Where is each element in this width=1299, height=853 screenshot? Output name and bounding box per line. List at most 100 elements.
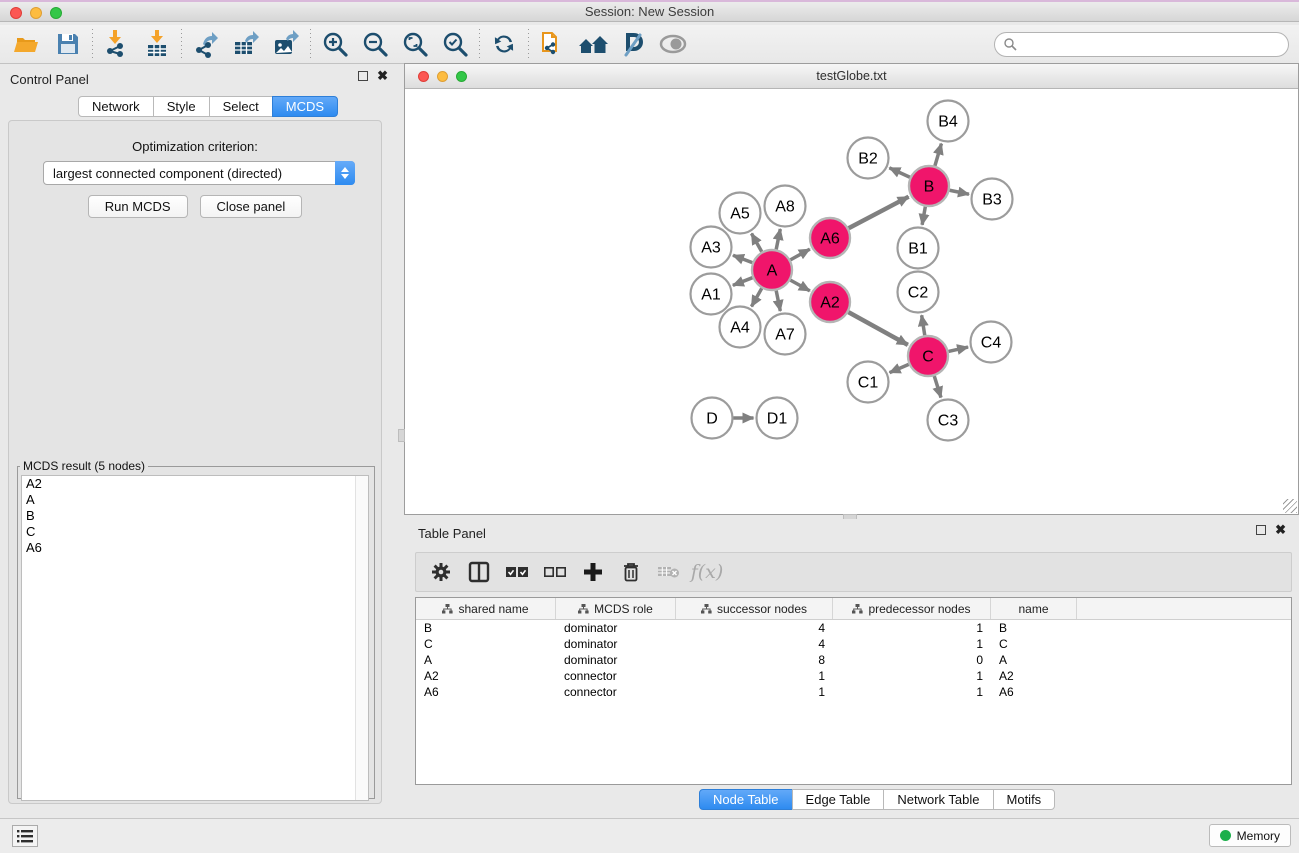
edge-A-A1[interactable] <box>733 278 753 286</box>
close-panel-icon[interactable]: ✖ <box>377 71 388 81</box>
hide-panel-icon[interactable] <box>613 28 653 60</box>
save-session-icon[interactable] <box>48 28 88 60</box>
list-item[interactable]: A <box>22 492 368 508</box>
tab-motifs[interactable]: Motifs <box>993 789 1056 810</box>
edge-B-B2[interactable] <box>889 168 910 177</box>
node-A3[interactable]: A3 <box>691 227 732 268</box>
memory-button[interactable]: Memory <box>1209 824 1291 847</box>
node-C[interactable]: C <box>908 336 948 376</box>
node-B4[interactable]: B4 <box>928 101 969 142</box>
network-window-titlebar[interactable]: testGlobe.txt <box>405 64 1298 89</box>
tab-network[interactable]: Network <box>78 96 154 117</box>
edge-A6-B[interactable] <box>849 197 909 229</box>
export-network-icon[interactable] <box>186 28 226 60</box>
task-history-button[interactable] <box>12 825 38 847</box>
edge-A-A5[interactable] <box>752 233 762 251</box>
close-panel-button[interactable]: Close panel <box>200 195 303 218</box>
edge-A-A7[interactable] <box>776 291 780 311</box>
scrollbar[interactable] <box>355 476 368 800</box>
edge-A2-C[interactable] <box>848 312 907 345</box>
import-network-icon[interactable] <box>97 28 137 60</box>
resize-grip-icon[interactable] <box>1283 499 1297 513</box>
zoom-in-icon[interactable] <box>315 28 355 60</box>
run-mcds-button[interactable]: Run MCDS <box>88 195 188 218</box>
edge-A-A8[interactable] <box>776 229 780 249</box>
zoom-selected-icon[interactable] <box>435 28 475 60</box>
mcds-result-list[interactable]: A2 A B C A6 <box>21 475 369 801</box>
node-D[interactable]: D <box>692 398 733 439</box>
column-header-predecessor-nodes[interactable]: predecessor nodes <box>833 598 991 619</box>
close-panel-icon[interactable]: ✖ <box>1275 525 1286 535</box>
node-B2[interactable]: B2 <box>848 138 889 179</box>
tab-select[interactable]: Select <box>209 96 273 117</box>
import-table-icon[interactable] <box>137 28 177 60</box>
node-A6[interactable]: A6 <box>810 218 850 258</box>
node-A2[interactable]: A2 <box>810 282 850 322</box>
tab-mcds[interactable]: MCDS <box>272 96 338 117</box>
tab-edge-table[interactable]: Edge Table <box>792 789 885 810</box>
export-image-icon[interactable] <box>266 28 306 60</box>
tab-node-table[interactable]: Node Table <box>699 789 793 810</box>
node-C2[interactable]: C2 <box>898 272 939 313</box>
node-A[interactable]: A <box>752 250 792 290</box>
node-A5[interactable]: A5 <box>720 193 761 234</box>
edge-A-A6[interactable] <box>790 249 809 260</box>
node-A8[interactable]: A8 <box>765 186 806 227</box>
edge-A-A3[interactable] <box>733 255 752 262</box>
node-A4[interactable]: A4 <box>720 307 761 348</box>
edge-A-A2[interactable] <box>790 280 809 291</box>
clone-network-icon[interactable] <box>533 28 573 60</box>
node-C3[interactable]: C3 <box>928 400 969 441</box>
optimization-criterion-select[interactable]: largest connected component (directed) <box>43 161 355 185</box>
node-B3[interactable]: B3 <box>972 179 1013 220</box>
column-header-shared-name[interactable]: shared name <box>416 598 556 619</box>
delete-icon[interactable] <box>614 557 648 587</box>
add-column-icon[interactable] <box>576 557 610 587</box>
edge-A-A4[interactable] <box>752 288 762 306</box>
toolbar-search[interactable] <box>994 32 1289 57</box>
edge-B-B4[interactable] <box>935 144 942 166</box>
export-table-icon[interactable] <box>226 28 266 60</box>
table-row[interactable]: Cdominator41C <box>416 636 1291 652</box>
birdseye-icon[interactable] <box>653 28 693 60</box>
node-C4[interactable]: C4 <box>971 322 1012 363</box>
tab-style[interactable]: Style <box>153 96 210 117</box>
search-input[interactable] <box>1018 38 1288 52</box>
column-header-mcds-role[interactable]: MCDS role <box>556 598 676 619</box>
tab-network-table[interactable]: Network Table <box>883 789 993 810</box>
list-item[interactable]: A6 <box>22 540 368 556</box>
home-icon[interactable] <box>573 28 613 60</box>
zoom-fit-icon[interactable] <box>395 28 435 60</box>
columns-icon[interactable] <box>462 557 496 587</box>
node-A1[interactable]: A1 <box>691 274 732 315</box>
node-C1[interactable]: C1 <box>848 362 889 403</box>
table-row[interactable]: Bdominator41B <box>416 620 1291 636</box>
node-A7[interactable]: A7 <box>765 314 806 355</box>
column-header-name[interactable]: name <box>991 598 1077 619</box>
zoom-out-icon[interactable] <box>355 28 395 60</box>
refresh-icon[interactable] <box>484 28 524 60</box>
list-item[interactable]: B <box>22 508 368 524</box>
node-B1[interactable]: B1 <box>898 228 939 269</box>
edge-B-B3[interactable] <box>950 190 969 194</box>
edge-C-C2[interactable] <box>922 315 925 335</box>
table-row[interactable]: A6connector11A6 <box>416 684 1291 700</box>
edge-B-B1[interactable] <box>922 207 925 225</box>
network-canvas[interactable]: B4 B2 B B3 A5A8A6 A3 B1 A A1 C2 A2 A4A7 C4 C C1 C3 D D1 <box>406 90 1297 514</box>
function-builder-icon[interactable]: f(x) <box>690 557 724 587</box>
select-all-icon[interactable] <box>500 557 534 587</box>
gear-icon[interactable] <box>424 557 458 587</box>
table-row[interactable]: A2connector11A2 <box>416 668 1291 684</box>
edge-C-C3[interactable] <box>934 376 941 398</box>
table-row[interactable]: Adominator80A <box>416 652 1291 668</box>
node-D1[interactable]: D1 <box>757 398 798 439</box>
list-item[interactable]: C <box>22 524 368 540</box>
splitpane-divider-vertical[interactable] <box>398 429 405 442</box>
edge-C-C4[interactable] <box>948 347 968 351</box>
node-B[interactable]: B <box>909 166 949 206</box>
list-item[interactable]: A2 <box>22 476 368 492</box>
open-file-icon[interactable] <box>8 28 48 60</box>
float-panel-icon[interactable] <box>1256 525 1266 535</box>
unselect-all-icon[interactable] <box>538 557 572 587</box>
float-panel-icon[interactable] <box>358 71 368 81</box>
